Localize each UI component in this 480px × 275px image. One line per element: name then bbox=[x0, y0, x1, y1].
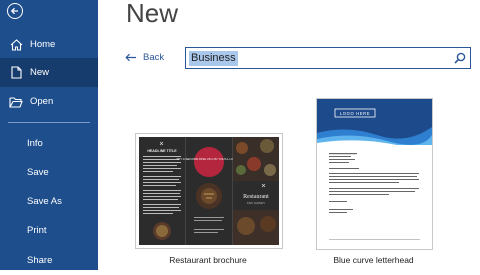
nav-home[interactable]: Home bbox=[0, 30, 98, 59]
nav-save-as[interactable]: Save As bbox=[0, 187, 98, 216]
nav-home-label: Home bbox=[30, 39, 56, 50]
nav-info-label: Info bbox=[27, 138, 43, 149]
nav-new-label: New bbox=[30, 67, 50, 78]
nav-save-label: Save bbox=[27, 167, 49, 178]
page-title: New bbox=[126, 0, 179, 28]
sidebar-divider bbox=[8, 122, 90, 123]
nav-share[interactable]: Share bbox=[0, 246, 98, 275]
template-caption: Blue curve letterhead bbox=[333, 255, 414, 265]
nav-open[interactable]: Open bbox=[0, 87, 98, 116]
brochure-brand-sub: STAY HUNGRY bbox=[247, 201, 266, 205]
back-arrow-icon bbox=[125, 53, 136, 62]
template-caption: Restaurant brochure bbox=[169, 255, 247, 265]
backstage-sidebar: Home New Open Info Save Save As Print Sh… bbox=[0, 0, 98, 270]
brochure-headline: HEADLINE TITLE bbox=[147, 149, 177, 153]
nav-share-label: Share bbox=[27, 255, 53, 266]
brochure-brand: Restaurant bbox=[243, 194, 269, 200]
brochure-badge-text: TRY A SECOND DISH ON US! YOU’LL LOVE IT! bbox=[176, 157, 242, 161]
folder-open-icon bbox=[8, 94, 24, 110]
nav-info[interactable]: Info bbox=[0, 129, 98, 158]
nav-save[interactable]: Save bbox=[0, 158, 98, 187]
nav-open-label: Open bbox=[30, 96, 54, 107]
back-button[interactable]: Back bbox=[125, 52, 164, 63]
nav-new[interactable]: New bbox=[0, 58, 98, 87]
search-icon[interactable] bbox=[454, 52, 466, 64]
letterhead-thumbnail: LOGO HERE bbox=[317, 99, 433, 240]
letterhead-logo-text: LOGO HERE bbox=[340, 111, 370, 116]
template-search-box[interactable]: Business bbox=[185, 47, 471, 69]
back-label: Back bbox=[143, 52, 165, 63]
back-arrow-circle-icon[interactable] bbox=[7, 3, 23, 19]
nav-print[interactable]: Print bbox=[0, 216, 98, 245]
nav-print-label: Print bbox=[27, 225, 47, 236]
template-restaurant-brochure[interactable]: HEADLINE TITLE TRY A SECOND DISH ON US! … bbox=[135, 133, 283, 249]
new-document-icon bbox=[8, 65, 24, 81]
new-document-pane: New Back Business HEADLINE TITLE TRY A S… bbox=[98, 0, 480, 270]
restaurant-brochure-thumbnail: HEADLINE TITLE TRY A SECOND DISH ON US! … bbox=[139, 137, 279, 245]
search-input[interactable] bbox=[188, 51, 454, 66]
nav-save-as-label: Save As bbox=[27, 196, 62, 207]
home-icon bbox=[8, 37, 24, 53]
template-blue-curve-letterhead[interactable]: LOGO HERE bbox=[316, 98, 433, 250]
